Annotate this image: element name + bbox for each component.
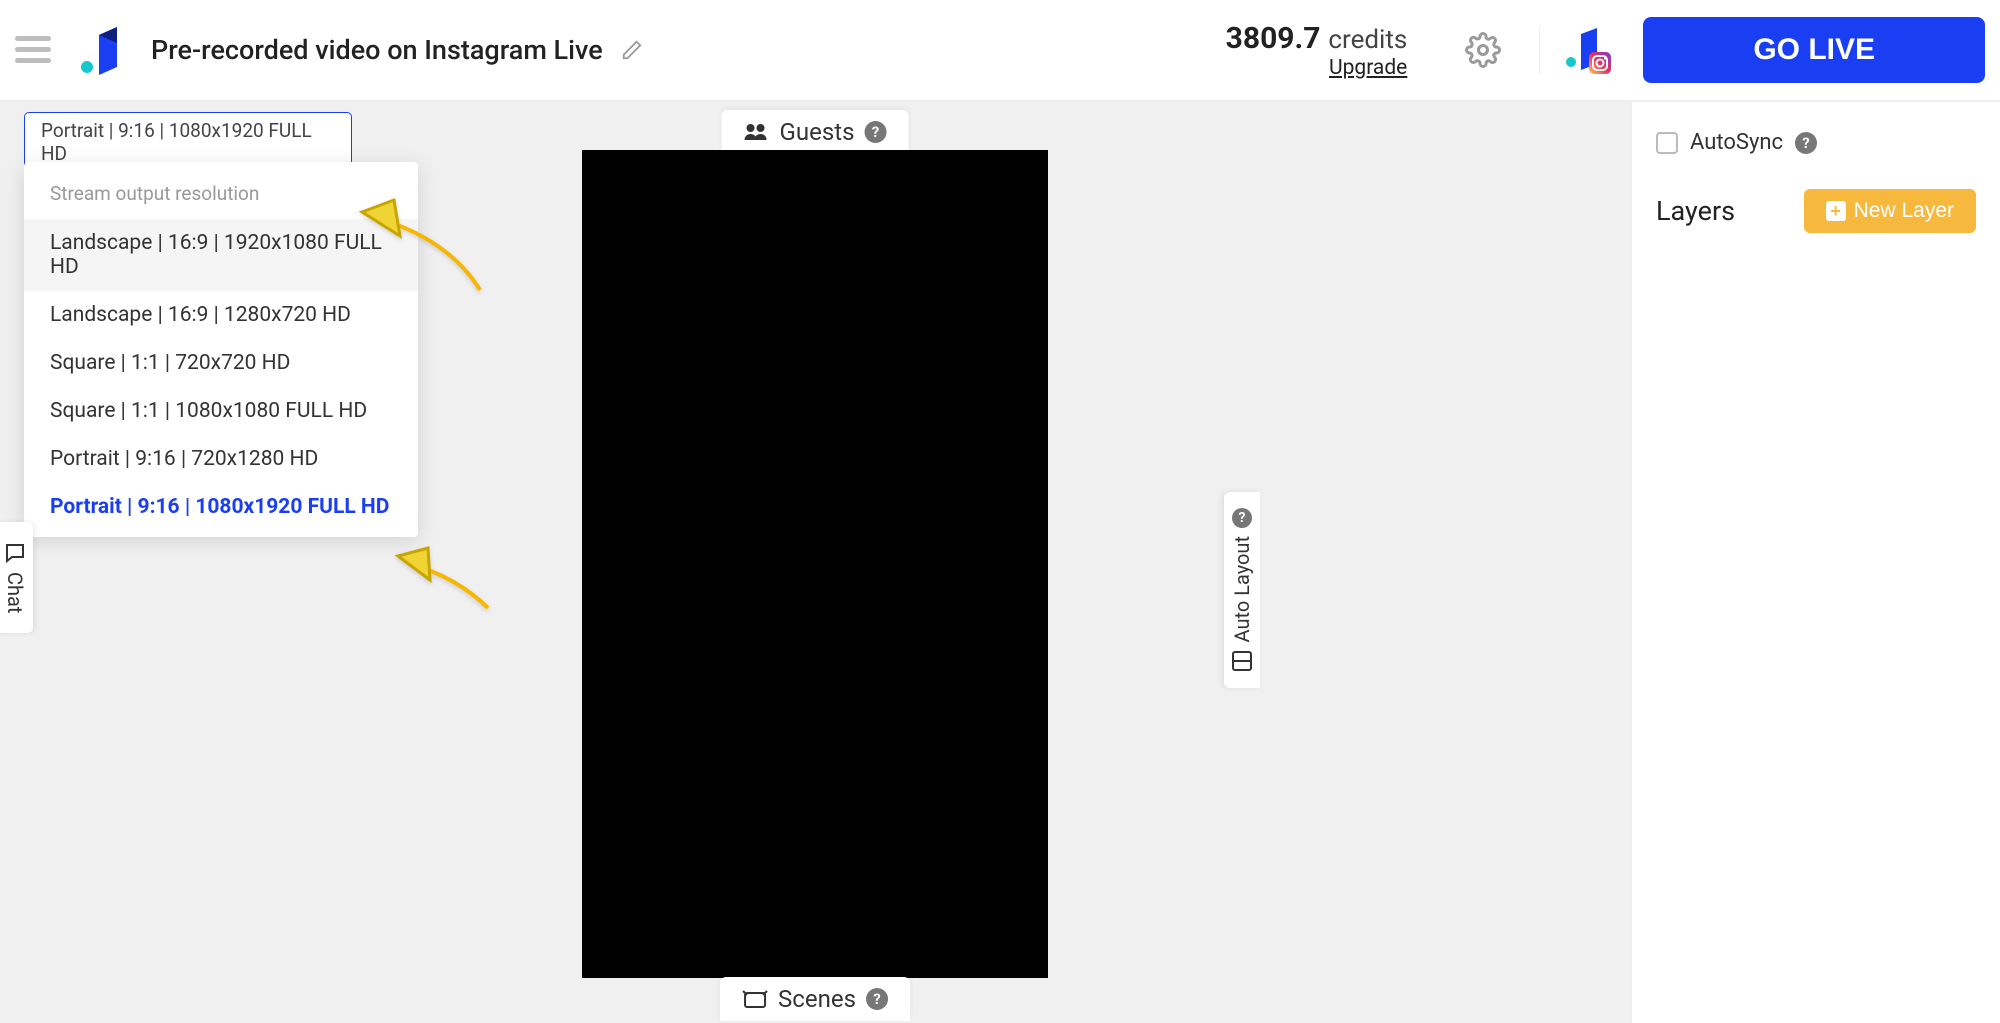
app-header: Pre-recorded video on Instagram Live 380… [0, 0, 2000, 102]
annotation-arrow-icon [394, 542, 494, 622]
auto-layout-tab[interactable]: ? Auto Layout [1224, 492, 1260, 688]
canvas-area: Portrait | 9:16 | 1080x1920 FULL HD Stre… [0, 102, 1630, 1023]
guests-icon [744, 122, 770, 142]
divider [1539, 26, 1540, 74]
new-layer-button[interactable]: + New Layer [1804, 189, 1976, 233]
go-live-button[interactable]: GO LIVE [1643, 17, 1985, 83]
chat-icon [4, 542, 26, 564]
scenes-label: Scenes [778, 985, 856, 1013]
credits-label: credits [1328, 25, 1407, 55]
new-layer-label: New Layer [1854, 199, 1954, 223]
help-icon[interactable]: ? [866, 988, 888, 1010]
resolution-option-selected[interactable]: Portrait | 9:16 | 1080x1920 FULL HD [24, 483, 418, 531]
resolution-option[interactable]: Square | 1:1 | 720x720 HD [24, 339, 418, 387]
autosync-label: AutoSync [1690, 130, 1783, 155]
layers-panel: AutoSync ? Layers + New Layer [1630, 102, 2000, 1023]
layers-header: Layers + New Layer [1632, 175, 2000, 247]
help-icon[interactable]: ? [1232, 508, 1252, 528]
guests-label: Guests [780, 118, 855, 146]
auto-layout-label: Auto Layout [1230, 536, 1254, 642]
scenes-icon [742, 988, 768, 1010]
plus-icon: + [1826, 201, 1846, 221]
settings-icon[interactable] [1465, 32, 1501, 68]
chat-label: Chat [3, 572, 27, 613]
video-preview[interactable] [582, 150, 1048, 978]
menu-icon[interactable] [15, 36, 51, 64]
help-icon[interactable]: ? [1795, 132, 1817, 154]
guests-tab[interactable]: Guests ? [722, 110, 909, 154]
scenes-tab[interactable]: Scenes ? [720, 977, 910, 1021]
platform-logo-instagram[interactable] [1565, 26, 1613, 74]
layers-title: Layers [1656, 195, 1735, 227]
autosync-row[interactable]: AutoSync ? [1632, 122, 2000, 175]
help-icon[interactable]: ? [864, 121, 886, 143]
app-logo[interactable] [79, 25, 129, 75]
main-area: Portrait | 9:16 | 1080x1920 FULL HD Stre… [0, 102, 2000, 1023]
upgrade-link[interactable]: Upgrade [1329, 56, 1407, 80]
resolution-option[interactable]: Square | 1:1 | 1080x1080 FULL HD [24, 387, 418, 435]
annotation-arrow-icon [358, 194, 488, 308]
chat-tab[interactable]: Chat [0, 522, 33, 633]
project-title: Pre-recorded video on Instagram Live [151, 34, 603, 66]
autosync-checkbox[interactable] [1656, 132, 1678, 154]
credits-value: 3809.7 [1226, 21, 1321, 56]
layout-icon [1231, 650, 1253, 672]
edit-icon[interactable] [621, 39, 643, 61]
resolution-option[interactable]: Portrait | 9:16 | 720x1280 HD [24, 435, 418, 483]
credits-block: 3809.7 credits Upgrade [1226, 21, 1408, 80]
